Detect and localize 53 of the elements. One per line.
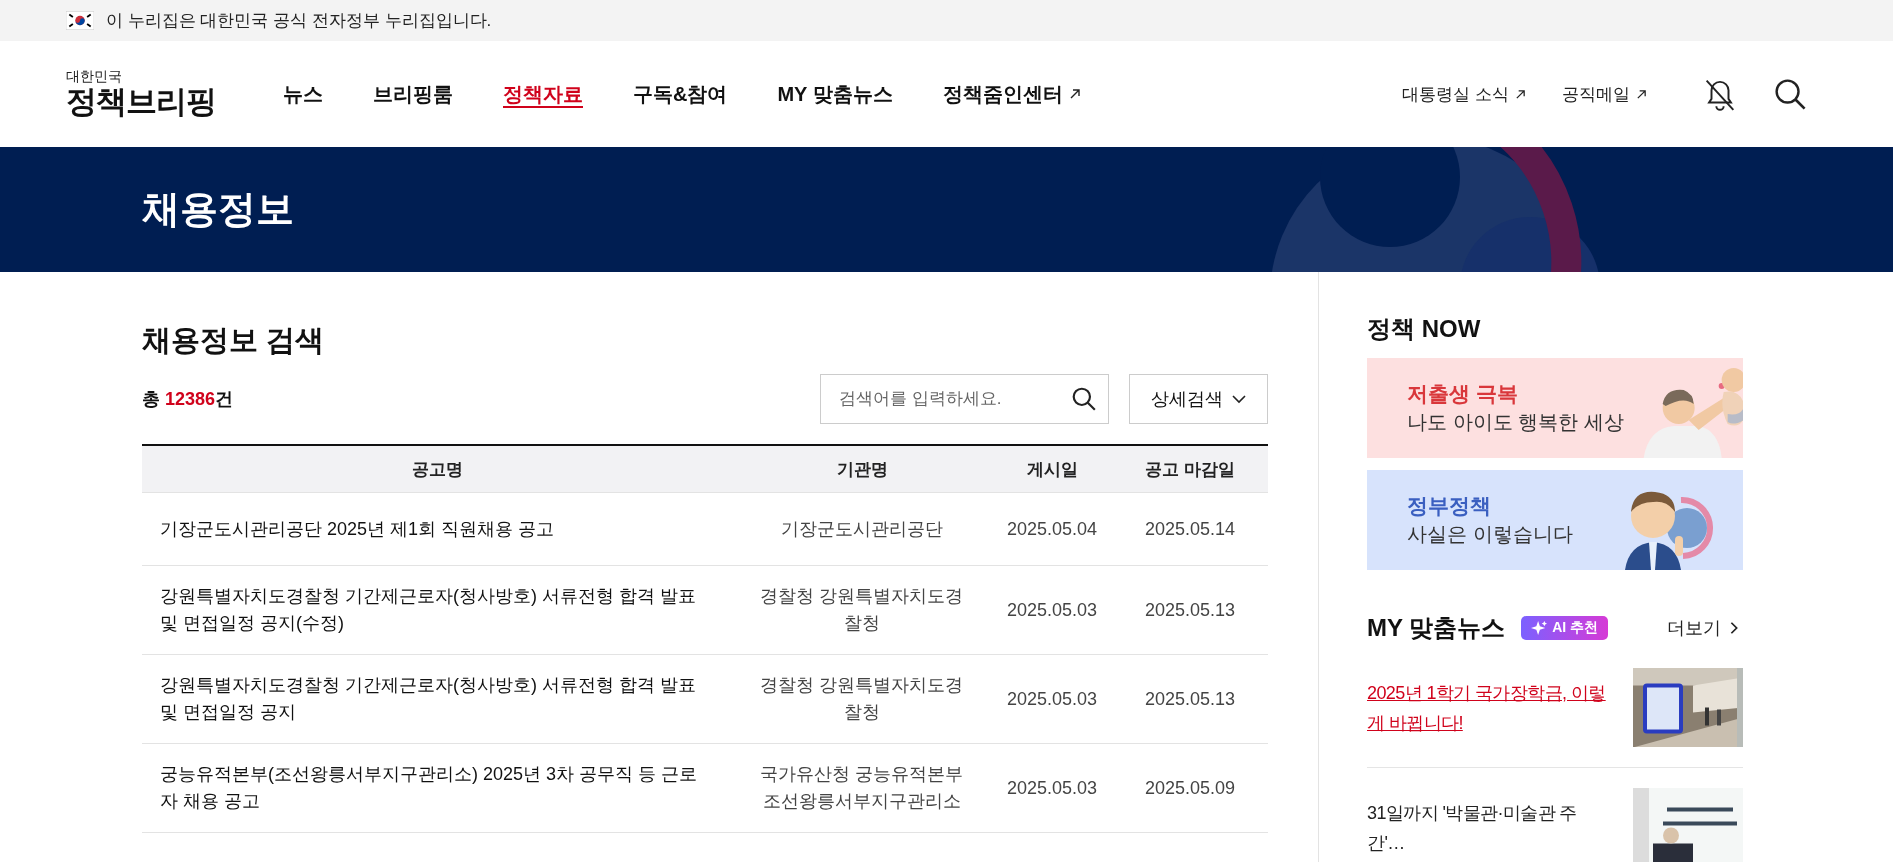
nav-tab[interactable]: 브리핑룸: [373, 80, 453, 108]
promo-subline: 사실은 이렇습니다: [1407, 522, 1574, 547]
nav-tab[interactable]: 구독&참여: [633, 80, 728, 108]
sidebar-title: MY 맞춤뉴스: [1367, 613, 1506, 643]
table-cell-text: 2025.05.04: [1006, 517, 1098, 541]
news-headline-link[interactable]: 31일까지 '박물관·미술관 주간'…: [1367, 797, 1613, 858]
logo-title[interactable]: 정책브리핑: [66, 84, 226, 120]
table-cell-text: 2025.05.03: [1006, 776, 1098, 800]
utility-link[interactable]: 대통령실 소식: [1402, 82, 1526, 106]
promo-headline: 정부정책: [1407, 493, 1492, 519]
total-count: 총 12386건: [142, 388, 235, 411]
table-cell-text: 2025.05.09: [1144, 776, 1236, 800]
promo-subline: 나도 아이도 행복한 세상: [1407, 410, 1624, 435]
column-header: 게시일: [1025, 458, 1079, 481]
table-cell-text: 2025.05.13: [1144, 598, 1236, 622]
ai-badge: AI 추천: [1521, 616, 1609, 640]
job-title-link[interactable]: 강원특별자치도경찰청 기간제근로자(청사방호) 서류전형 합격 발표 및 면접일정 공지: [160, 672, 702, 726]
nav-tab[interactable]: 정책줌인센터: [942, 80, 1081, 108]
table-cell-text: 기장군도시관리공단: [781, 517, 943, 541]
gov-notice: 이 누리집은 대한민국 공식 전자정부 누리집입니다.: [106, 10, 492, 32]
utility-link[interactable]: 공직메일: [1562, 82, 1647, 106]
table-cell-text: 2025.05.14: [1144, 517, 1236, 541]
promo-banner[interactable]: 저출생 극복 나도 아이도 행복한 세상: [1367, 358, 1743, 458]
page-title: 채용정보: [142, 187, 294, 232]
column-header: 공고 마감일: [1144, 458, 1236, 481]
chevron-down-icon: [1230, 392, 1247, 406]
job-title-link[interactable]: 강원특별자치도경찰청 기간제근로자(청사방호) 서류전형 합격 발표 및 면접일정 공지(수정): [160, 583, 702, 637]
job-title-link[interactable]: 궁능유적본부(조선왕릉서부지구관리소) 2025년 3차 공무직 등 근로자 채용 공고: [160, 761, 702, 815]
promo-headline: 저출생 극복: [1407, 381, 1519, 407]
news-headline-link[interactable]: 2025년 1학기 국가장학금, 이렇게 바뀝니다!: [1367, 677, 1613, 738]
nav-tab[interactable]: 뉴스: [283, 80, 323, 108]
section-title: 채용정보 검색: [142, 323, 326, 358]
logo-subtitle[interactable]: 대한민국: [66, 68, 226, 84]
search-field[interactable]: 검색어를 입력하세요.: [820, 374, 1109, 424]
job-title-link[interactable]: 기장군도시관리공단 2025년 제1회 직원채용 공고: [160, 515, 555, 543]
table-cell-text: 2025.05.13: [1144, 687, 1236, 711]
table-cell-text: 2025.05.03: [1006, 598, 1098, 622]
table-cell-text: 경찰청 강원특별자치도경찰청: [760, 585, 964, 635]
table-cell-text: 국가유산청 궁능유적본부 조선왕릉서부지구관리소: [760, 763, 964, 813]
nav-tab[interactable]: 정책자료: [503, 80, 583, 108]
search-icon[interactable]: [1071, 386, 1097, 412]
sidebar-title: 정책 NOW: [1367, 314, 1482, 344]
column-header: 기관명: [835, 458, 889, 481]
search-icon[interactable]: [1773, 77, 1807, 111]
bell-off-icon[interactable]: [1703, 77, 1737, 111]
detail-search-button[interactable]: 상세검색: [1129, 374, 1268, 424]
more-link[interactable]: 더보기: [1667, 616, 1739, 640]
flag-icon: [66, 11, 94, 30]
table-cell-text: 2025.05.03: [1006, 687, 1098, 711]
table-cell-text: 경찰청 강원특별자치도경찰청: [760, 674, 964, 724]
chevron-right-icon: [1729, 621, 1739, 635]
column-header: 공고명: [410, 458, 464, 481]
nav-tab[interactable]: MY 맞춤뉴스: [777, 80, 893, 108]
